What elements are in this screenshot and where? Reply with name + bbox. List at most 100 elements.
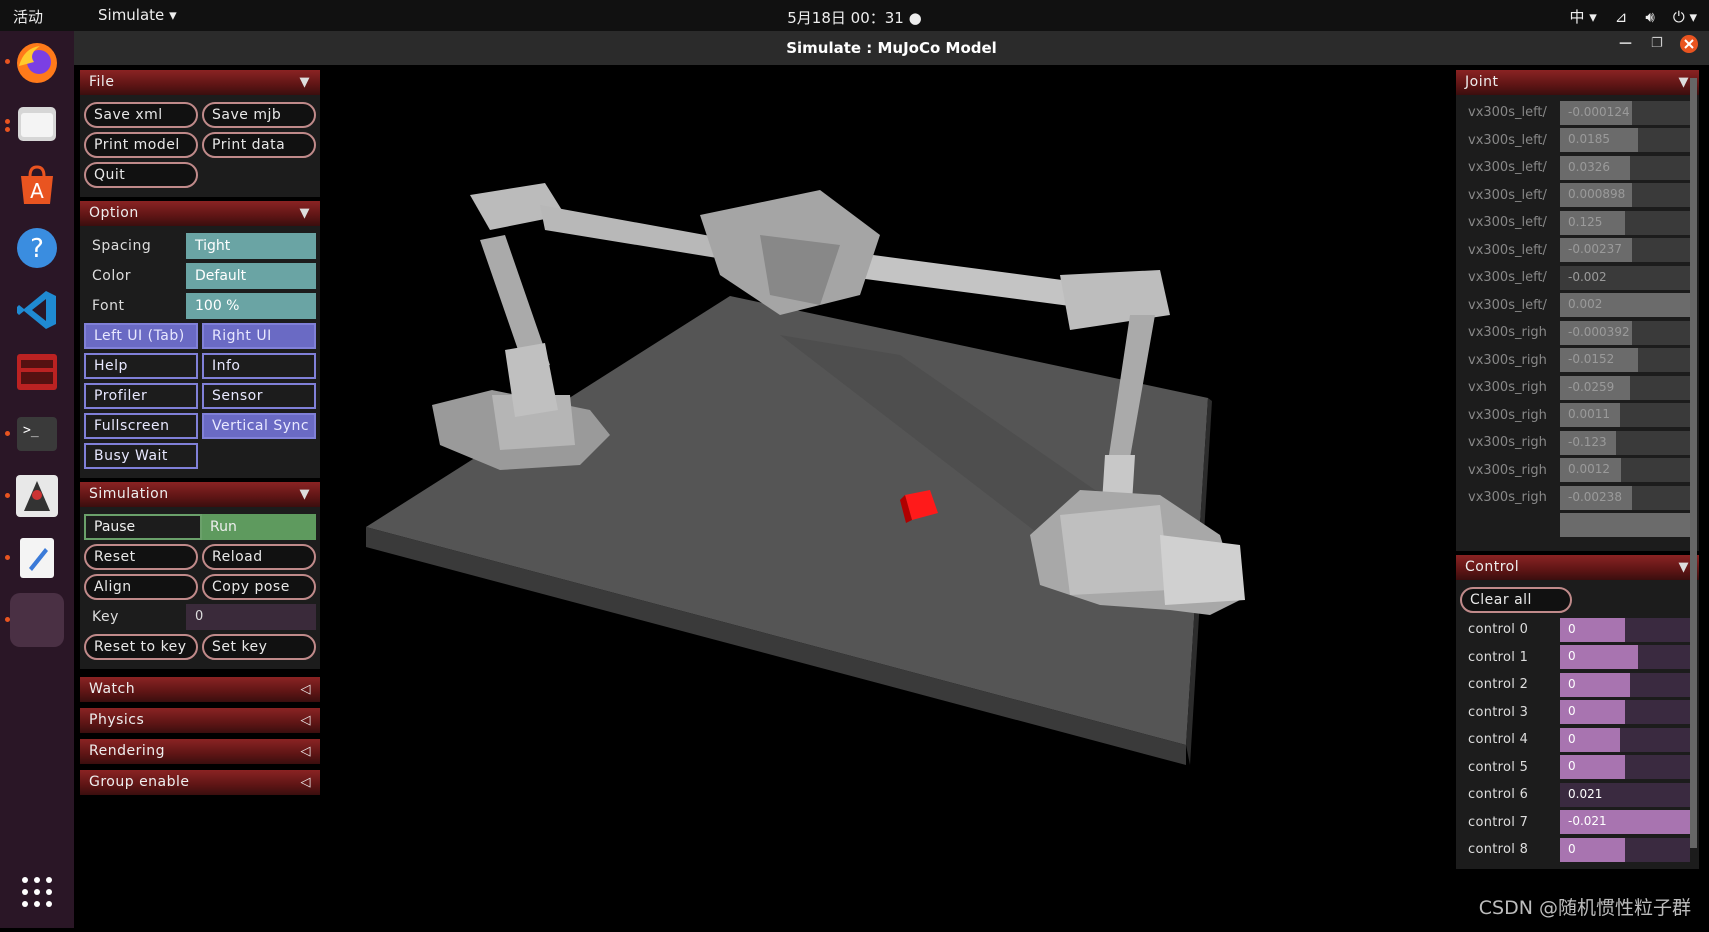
reset-to-key-button[interactable]: Reset to key — [84, 634, 198, 660]
save-mjb-button[interactable]: Save mjb — [202, 102, 316, 128]
power-icon[interactable]: ⏻ ▾ — [1673, 8, 1697, 26]
joint-slider[interactable]: 0.125 — [1560, 210, 1690, 235]
file-section-header[interactable]: File ▼ — [80, 70, 320, 95]
left-ui-toggle[interactable]: Left UI (Tab) — [84, 323, 198, 349]
quit-button[interactable]: Quit — [84, 162, 198, 188]
watch-section-header[interactable]: Watch ◁ — [80, 677, 320, 702]
control-slider[interactable]: 0 — [1560, 727, 1690, 752]
help-icon[interactable]: ? — [10, 221, 64, 275]
joint-value: -0.00237 — [1568, 242, 1622, 256]
font-select[interactable]: 100 % — [186, 293, 316, 319]
vscode-icon[interactable] — [10, 283, 64, 337]
joint-value: -0.000124 — [1568, 104, 1630, 119]
joint-slider[interactable]: 0.002 — [1560, 293, 1690, 317]
joint-slider[interactable]: 0.0011 — [1560, 403, 1690, 427]
control-label: control 3 — [1468, 704, 1529, 720]
spacing-label: Spacing — [92, 238, 152, 254]
input-method[interactable]: 中 ▾ — [1569, 6, 1596, 27]
control-slider[interactable]: 0 — [1560, 645, 1690, 669]
joint-slider[interactable]: 0.0185 — [1560, 128, 1690, 152]
busy-wait-toggle[interactable]: Busy Wait — [84, 443, 198, 469]
color-select[interactable]: Default — [186, 263, 316, 289]
joint-label: vx300s_righ — [1468, 325, 1547, 340]
simulation-section-header[interactable]: Simulation ▼ — [80, 482, 320, 507]
files-icon[interactable] — [10, 97, 64, 151]
key-slider[interactable]: 0 — [186, 604, 316, 630]
physics-section-header[interactable]: Physics ◁ — [80, 708, 320, 733]
joint-value: -0.000392 — [1568, 324, 1630, 339]
option-section-header[interactable]: Option ▼ — [80, 201, 320, 226]
control-value: 0 — [1568, 676, 1576, 691]
joint-row: vx300s_righ 0.0012 — [1460, 457, 1695, 483]
print-data-button[interactable]: Print data — [202, 132, 316, 158]
control-slider[interactable]: -0.021 — [1560, 810, 1690, 834]
help-toggle[interactable]: Help — [84, 353, 198, 379]
control-slider[interactable]: 0 — [1560, 837, 1690, 862]
joint-slider[interactable]: -0.000392 — [1560, 320, 1690, 345]
save-xml-button[interactable]: Save xml — [84, 102, 198, 128]
window-title: Simulate : MuJoCo Model — [786, 39, 997, 57]
print-model-button[interactable]: Print model — [84, 132, 198, 158]
align-button[interactable]: Align — [84, 574, 198, 600]
control-slider[interactable]: 0 — [1560, 617, 1690, 642]
terminal-icon[interactable]: >_ — [10, 407, 64, 461]
window-titlebar[interactable]: Simulate : MuJoCo Model — ❐ — [74, 31, 1709, 65]
run-option[interactable]: Run — [202, 514, 316, 540]
java-app-icon[interactable] — [10, 469, 64, 523]
spacing-select[interactable]: Tight — [186, 233, 316, 259]
clear-all-button[interactable]: Clear all — [1460, 586, 1572, 613]
text-editor-icon[interactable] — [10, 531, 64, 585]
volume-icon[interactable]: 🔊︎ — [1645, 8, 1654, 26]
reset-button[interactable]: Reset — [84, 544, 198, 570]
joint-label: vx300s_righ — [1468, 407, 1547, 423]
joint-value: -0.123 — [1568, 434, 1607, 449]
joint-slider[interactable]: -0.00238 — [1560, 485, 1690, 510]
system-tray[interactable]: 中 ▾ ⊿ 🔊︎ ⏻ ▾ — [1569, 6, 1697, 27]
info-toggle[interactable]: Info — [202, 353, 316, 379]
joint-slider[interactable]: 0.0326 — [1560, 155, 1690, 180]
right-panel-scrollbar[interactable] — [1690, 78, 1697, 848]
reload-button[interactable]: Reload — [202, 544, 316, 570]
right-ui-toggle[interactable]: Right UI — [202, 323, 316, 349]
maximize-icon[interactable]: ❐ — [1651, 36, 1663, 51]
pause-option[interactable]: Pause — [84, 514, 202, 540]
firefox-icon[interactable] — [10, 36, 64, 90]
joint-slider[interactable]: 0.000898 — [1560, 183, 1690, 207]
show-apps-icon[interactable] — [10, 865, 64, 919]
software-store-icon[interactable]: A — [10, 159, 64, 213]
control-slider[interactable]: 0 — [1560, 755, 1690, 779]
3d-viewport[interactable] — [340, 65, 1446, 928]
profiler-toggle[interactable]: Profiler — [84, 383, 198, 409]
rendering-section-header[interactable]: Rendering ◁ — [80, 739, 320, 764]
vertical-sync-toggle[interactable]: Vertical Sync — [202, 413, 316, 439]
control-label: control 7 — [1468, 814, 1529, 830]
joint-slider[interactable] — [1560, 513, 1690, 537]
joint-slider[interactable]: -0.0152 — [1560, 348, 1690, 372]
copy-pose-button[interactable]: Copy pose — [202, 574, 316, 600]
group-enable-section-header[interactable]: Group enable ◁ — [80, 770, 320, 795]
close-icon[interactable] — [1679, 34, 1699, 58]
joint-slider[interactable]: -0.002 — [1560, 265, 1690, 290]
clock[interactable]: 5月18日 00：31 ● — [0, 7, 1709, 28]
sensor-toggle[interactable]: Sensor — [202, 383, 316, 409]
pause-run-radio[interactable]: Pause Run — [84, 514, 316, 540]
control-section-header[interactable]: Control ▼ — [1456, 554, 1699, 580]
joint-section-header[interactable]: Joint ▼ — [1456, 70, 1699, 95]
joint-value: 0.0012 — [1568, 462, 1610, 476]
joint-label: vx300s_left/ — [1468, 297, 1547, 313]
control-slider[interactable]: 0.021 — [1560, 782, 1690, 807]
fullscreen-toggle[interactable]: Fullscreen — [84, 413, 198, 439]
joint-slider[interactable]: 0.0012 — [1560, 458, 1690, 482]
joint-slider[interactable]: -0.000124 — [1560, 100, 1690, 125]
network-icon[interactable]: ⊿ — [1615, 8, 1628, 26]
joint-slider[interactable]: -0.0259 — [1560, 375, 1690, 400]
control-slider[interactable]: 0 — [1560, 672, 1690, 697]
left-ui-panel: File ▼ Save xml Save mjb Print model Print … — [80, 70, 320, 928]
joint-slider[interactable]: -0.123 — [1560, 430, 1690, 455]
minimize-icon[interactable]: — — [1619, 36, 1632, 51]
joint-slider[interactable]: -0.00237 — [1560, 238, 1690, 262]
set-key-button[interactable]: Set key — [202, 634, 316, 660]
terminal-app-icon[interactable] — [10, 345, 64, 399]
control-slider[interactable]: 0 — [1560, 700, 1690, 724]
simulate-app-icon[interactable] — [10, 593, 64, 647]
